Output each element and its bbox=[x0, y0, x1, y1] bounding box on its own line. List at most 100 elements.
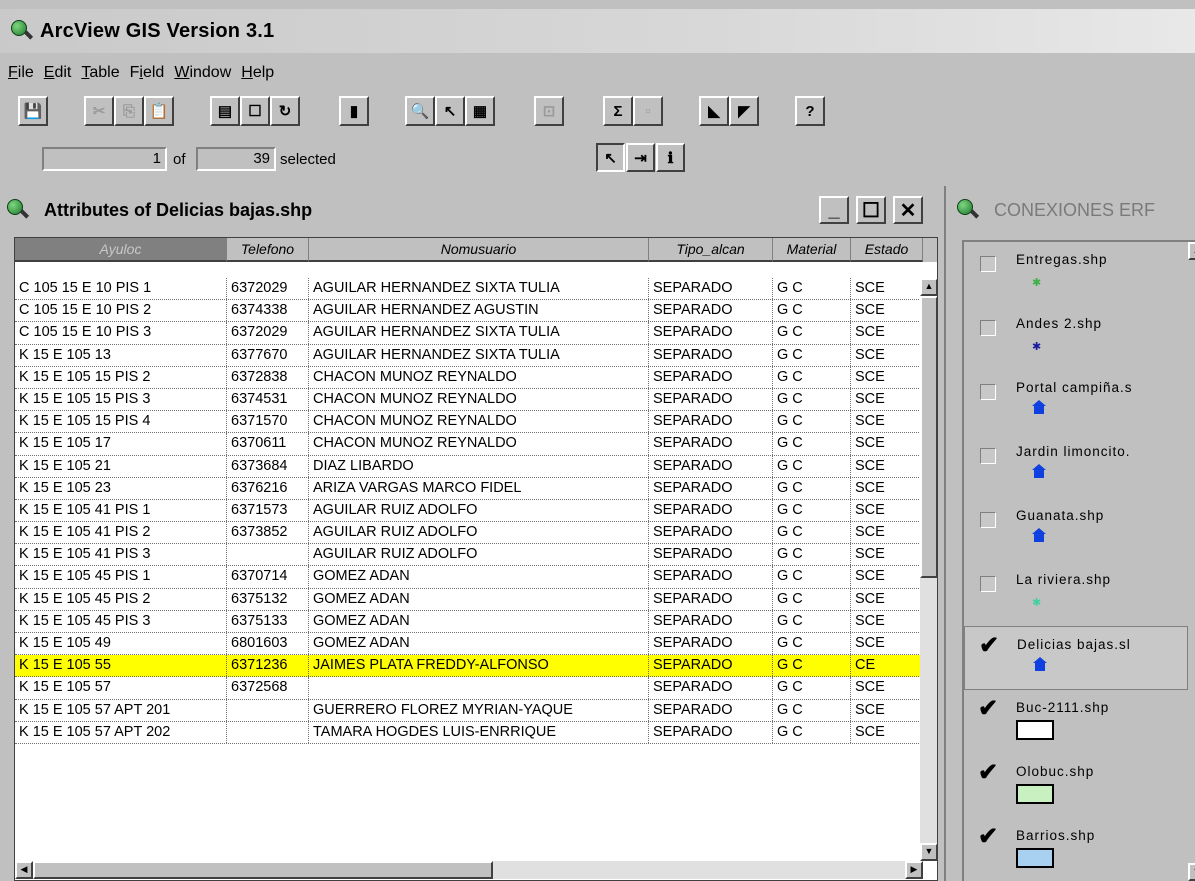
cell-tipo_alcan[interactable]: SEPARADO bbox=[649, 522, 773, 544]
toc-theme[interactable]: ✔ Buc-2111.shp bbox=[964, 690, 1188, 754]
cell-telefono[interactable]: 6372029 bbox=[227, 278, 309, 300]
table-row[interactable]: K 15 E 105 49 6801603 GOMEZ ADAN SEPARADO G … bbox=[15, 633, 923, 656]
cell-ayuloc[interactable]: K 15 E 105 21 bbox=[15, 455, 227, 477]
cell-estado[interactable]: SCE bbox=[851, 544, 923, 566]
scroll-left-arrow-icon[interactable]: ◀ bbox=[15, 861, 33, 879]
sort-descending-button[interactable]: ◤ bbox=[729, 96, 759, 126]
cell-tipo_alcan[interactable]: SEPARADO bbox=[649, 411, 773, 433]
table-row[interactable]: K 15 E 105 45 PIS 2 6375132 GOMEZ ADAN SEPA… bbox=[15, 588, 923, 611]
scroll-up-arrow-icon[interactable]: ▲ bbox=[920, 278, 937, 296]
cell-material[interactable]: G C bbox=[773, 522, 851, 544]
cell-estado[interactable]: SCE bbox=[851, 566, 923, 588]
cell-ayuloc[interactable]: C 105 15 E 10 PIS 2 bbox=[15, 300, 227, 322]
cell-telefono[interactable]: 6374531 bbox=[227, 388, 309, 411]
cell-ayuloc[interactable]: K 15 E 105 13 bbox=[15, 344, 227, 366]
cell-material[interactable]: G C bbox=[773, 300, 851, 322]
cell-tipo_alcan[interactable]: SEPARADO bbox=[649, 477, 773, 499]
cell-ayuloc[interactable]: K 15 E 105 49 bbox=[15, 633, 227, 655]
cell-nomusuario[interactable]: AGUILAR HERNANDEZ AGUSTIN bbox=[309, 300, 649, 322]
cell-material[interactable]: G C bbox=[773, 477, 851, 499]
table-row[interactable]: K 15 E 105 13 6377670 AGUILAR HERNANDEZ SI… bbox=[15, 344, 923, 367]
theme-checkbox[interactable] bbox=[980, 256, 996, 272]
cell-estado[interactable]: SCE bbox=[851, 610, 923, 632]
cell-estado[interactable]: CE bbox=[851, 655, 923, 677]
toc-scroll-down-icon[interactable]: ▼ bbox=[1188, 863, 1195, 881]
cell-telefono[interactable]: 6377670 bbox=[227, 344, 309, 366]
toc-theme[interactable]: ✔ Barrios.shp bbox=[964, 818, 1188, 881]
cell-nomusuario[interactable]: AGUILAR RUIZ ADOLFO bbox=[309, 522, 649, 544]
cell-nomusuario[interactable]: AGUILAR RUIZ ADOLFO bbox=[309, 499, 649, 522]
cell-telefono[interactable]: 6373684 bbox=[227, 455, 309, 477]
cell-nomusuario[interactable]: AGUILAR HERNANDEZ SIXTA TULIA bbox=[309, 322, 649, 344]
cell-material[interactable]: G C bbox=[773, 655, 851, 677]
cell-estado[interactable]: SCE bbox=[851, 411, 923, 433]
column-header-nomusuario[interactable]: Nomusuario bbox=[309, 238, 649, 262]
toc-scrollbar[interactable]: ▲ ▼ bbox=[1188, 242, 1195, 881]
pointer-tool-button[interactable]: ↖ bbox=[596, 143, 625, 172]
cell-material[interactable]: G C bbox=[773, 544, 851, 566]
cell-nomusuario[interactable]: ARIZA VARGAS MARCO FIDEL bbox=[309, 477, 649, 499]
minimize-button[interactable]: _ bbox=[819, 196, 849, 224]
cell-estado[interactable]: SCE bbox=[851, 721, 923, 743]
find-button[interactable]: 🔍 bbox=[405, 96, 435, 126]
table-row[interactable]: K 15 E 105 57 6372568 SEPARADO G C SCE bbox=[15, 677, 923, 700]
toc-theme[interactable]: Andes 2.shp ✱ bbox=[964, 306, 1188, 370]
cell-material[interactable]: G C bbox=[773, 721, 851, 743]
table-row[interactable]: K 15 E 105 41 PIS 3 AGUILAR RUIZ ADOLFO SE… bbox=[15, 544, 923, 567]
cell-nomusuario[interactable]: AGUILAR HERNANDEZ SIXTA TULIA bbox=[309, 344, 649, 366]
cell-estado[interactable]: SCE bbox=[851, 278, 923, 300]
select-all-button[interactable]: ▦ bbox=[465, 96, 495, 126]
cell-nomusuario[interactable]: DIAZ LIBARDO bbox=[309, 455, 649, 477]
cell-ayuloc[interactable]: K 15 E 105 57 APT 202 bbox=[15, 721, 227, 743]
identify-tool-button[interactable]: ℹ bbox=[656, 143, 685, 172]
column-header-tipo_alcan[interactable]: Tipo_alcan bbox=[649, 238, 773, 262]
cell-telefono[interactable]: 6370611 bbox=[227, 433, 309, 455]
cell-tipo_alcan[interactable]: SEPARADO bbox=[649, 544, 773, 566]
cell-ayuloc[interactable]: K 15 E 105 45 PIS 1 bbox=[15, 566, 227, 588]
cut-button[interactable]: ✂ bbox=[84, 96, 114, 126]
checkmark-icon[interactable]: ✔ bbox=[978, 822, 998, 851]
cell-tipo_alcan[interactable]: SEPARADO bbox=[649, 455, 773, 477]
cell-material[interactable]: G C bbox=[773, 278, 851, 300]
cell-ayuloc[interactable]: K 15 E 105 23 bbox=[15, 477, 227, 499]
cell-nomusuario[interactable]: GOMEZ ADAN bbox=[309, 566, 649, 588]
cell-telefono[interactable]: 6801603 bbox=[227, 633, 309, 655]
cell-estado[interactable]: SCE bbox=[851, 455, 923, 477]
menu-help[interactable]: Help bbox=[241, 64, 274, 82]
cell-tipo_alcan[interactable]: SEPARADO bbox=[649, 721, 773, 743]
cell-nomusuario[interactable]: GOMEZ ADAN bbox=[309, 633, 649, 655]
checkmark-icon[interactable]: ✔ bbox=[979, 631, 999, 660]
cell-telefono[interactable] bbox=[227, 699, 309, 721]
theme-checkbox[interactable] bbox=[980, 320, 996, 336]
summarize-button[interactable]: Σ bbox=[603, 96, 633, 126]
cell-tipo_alcan[interactable]: SEPARADO bbox=[649, 322, 773, 344]
cell-telefono[interactable]: 6373852 bbox=[227, 522, 309, 544]
cell-nomusuario[interactable]: GUERRERO FLOREZ MYRIAN-YAQUE bbox=[309, 699, 649, 721]
cell-estado[interactable]: SCE bbox=[851, 388, 923, 411]
cell-estado[interactable]: SCE bbox=[851, 322, 923, 344]
cell-estado[interactable]: SCE bbox=[851, 366, 923, 388]
cell-estado[interactable]: SCE bbox=[851, 633, 923, 655]
cell-nomusuario[interactable]: CHACON MUNOZ REYNALDO bbox=[309, 366, 649, 388]
checkmark-icon[interactable]: ✔ bbox=[978, 694, 998, 723]
cell-material[interactable]: G C bbox=[773, 366, 851, 388]
menu-field[interactable]: Field bbox=[130, 64, 165, 82]
cell-nomusuario[interactable]: CHACON MUNOZ REYNALDO bbox=[309, 388, 649, 411]
chart-button[interactable]: ▮ bbox=[339, 96, 369, 126]
vertical-scroll-thumb[interactable] bbox=[920, 296, 937, 578]
cell-estado[interactable]: SCE bbox=[851, 344, 923, 366]
theme-checkbox[interactable] bbox=[980, 384, 996, 400]
table-row[interactable]: K 15 E 105 41 PIS 2 6373852 AGUILAR RUIZ A… bbox=[15, 522, 923, 545]
cell-tipo_alcan[interactable]: SEPARADO bbox=[649, 588, 773, 610]
toc-scroll-up-icon[interactable]: ▲ bbox=[1188, 242, 1195, 260]
toc-theme[interactable]: La riviera.shp ✱ bbox=[964, 562, 1188, 626]
copy-button[interactable]: ⎘ bbox=[114, 96, 144, 126]
cell-material[interactable]: G C bbox=[773, 433, 851, 455]
table-row[interactable]: K 15 E 105 23 6376216 ARIZA VARGAS MARCO F… bbox=[15, 477, 923, 500]
table-row[interactable]: K 15 E 105 15 PIS 4 6371570 CHACON MUNOZ R… bbox=[15, 411, 923, 434]
toc-theme[interactable]: Portal campiña.s bbox=[964, 370, 1188, 434]
cell-material[interactable]: G C bbox=[773, 455, 851, 477]
toc-theme[interactable]: ✔ Delicias bajas.sl bbox=[964, 626, 1188, 690]
cell-telefono[interactable] bbox=[227, 721, 309, 743]
cell-tipo_alcan[interactable]: SEPARADO bbox=[649, 633, 773, 655]
